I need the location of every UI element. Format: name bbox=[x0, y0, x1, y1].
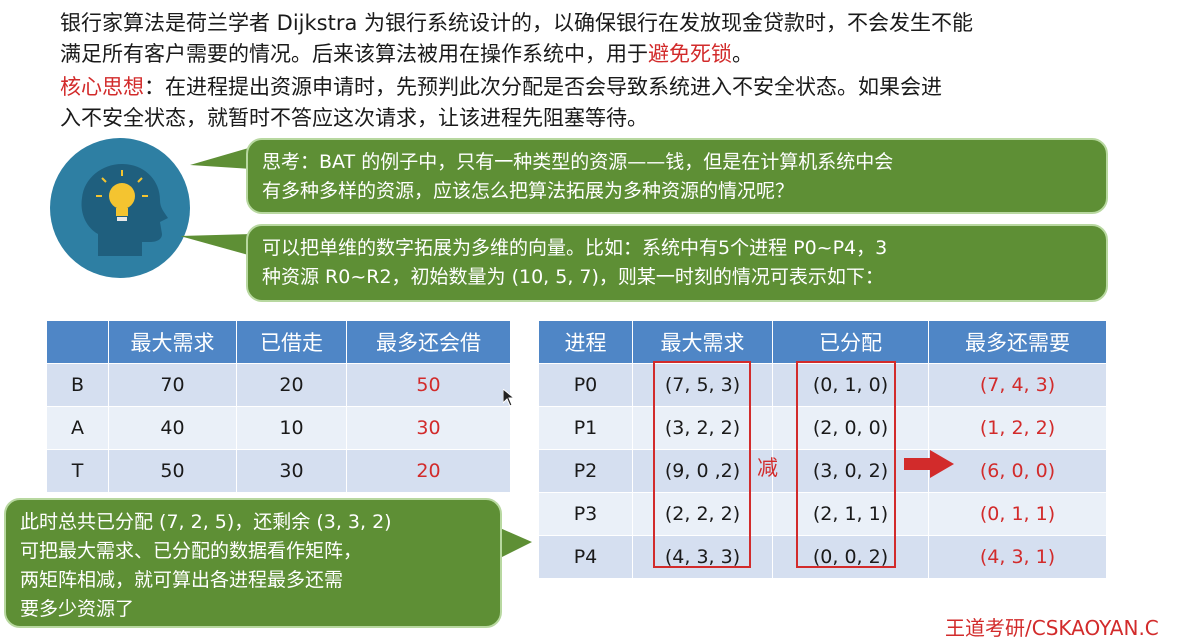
proc-cell-need: (0, 1, 1) bbox=[928, 492, 1107, 536]
bubble-think-line-2: 有多种多样的资源，应该怎么把算法拓展为多种资源的情况呢？ bbox=[262, 180, 795, 202]
table-row: T 50 30 20 bbox=[46, 449, 511, 493]
intro-highlight: 避免死锁 bbox=[648, 42, 732, 66]
bank-table-header: 最大需求 已借走 最多还会借 bbox=[46, 320, 511, 364]
proc-header-process: 进程 bbox=[538, 320, 633, 364]
alloc-matrix-highlight bbox=[796, 361, 896, 568]
proc-cell-need: (7, 4, 3) bbox=[928, 363, 1107, 407]
proc-header-max: 最大需求 bbox=[632, 320, 773, 364]
bank-cell-name: T bbox=[46, 449, 109, 493]
mouse-cursor-icon bbox=[503, 389, 515, 407]
intro-line-1: 银行家算法是荷兰学者 Dijkstra 为银行系统设计的，以确保银行在发放现金贷… bbox=[60, 11, 974, 35]
bubble-note-line-2: 可把最大需求、已分配的数据看作矩阵， bbox=[20, 540, 363, 562]
process-table-header: 进程 最大需求 已分配 最多还需要 bbox=[538, 320, 1107, 364]
bubble-think-line-1: 思考：BAT 的例子中，只有一种类型的资源——钱，但是在计算机系统中会 bbox=[262, 151, 894, 173]
lightbulb-head-icon bbox=[50, 138, 190, 278]
core-idea-line-2: 入不安全状态，就暂时不答应这次请求，让该进程先阻塞等待。 bbox=[60, 106, 648, 130]
bubble-answer-line-1: 可以把单维的数字拓展为多维的向量。比如：系统中有5个进程 P0~P4，3 bbox=[262, 237, 888, 259]
bubble-note-tail bbox=[500, 528, 532, 558]
bank-header-borrowed: 已借走 bbox=[236, 320, 347, 364]
core-idea-paragraph: 核心思想：在进程提出资源申请时，先预判此次分配是否会导致系统进入不安全状态。如果… bbox=[60, 72, 942, 134]
bank-cell-borrowed: 20 bbox=[236, 363, 347, 407]
bank-cell-more: 20 bbox=[346, 449, 511, 493]
table-row: B 70 20 50 bbox=[46, 363, 511, 407]
bank-cell-name: A bbox=[46, 406, 109, 450]
bank-cell-max: 40 bbox=[108, 406, 237, 450]
proc-cell-name: P4 bbox=[538, 535, 633, 579]
intro-line-2-prefix: 满足所有客户需要的情况。后来该算法被用在操作系统中，用于 bbox=[60, 42, 648, 66]
bubble-answer-tail bbox=[180, 234, 252, 256]
proc-cell-name: P0 bbox=[538, 363, 633, 407]
bank-cell-borrowed: 30 bbox=[236, 449, 347, 493]
bank-table: 最大需求 已借走 最多还会借 B 70 20 50 A 40 10 30 T 5… bbox=[46, 320, 511, 493]
bank-header-max: 最大需求 bbox=[108, 320, 237, 364]
bank-header-more: 最多还会借 bbox=[346, 320, 511, 364]
bank-cell-name: B bbox=[46, 363, 109, 407]
proc-cell-need: (6, 0, 0) bbox=[928, 449, 1107, 493]
bubble-answer: 可以把单维的数字拓展为多维的向量。比如：系统中有5个进程 P0~P4，3 种资源… bbox=[246, 224, 1108, 302]
bubble-note-line-4: 要多少资源了 bbox=[20, 598, 135, 620]
core-idea-line-1: ：在进程提出资源申请时，先预判此次分配是否会导致系统进入不安全状态。如果会进 bbox=[144, 75, 942, 99]
footer-watermark: 王道考研/CSKAOYAN.C bbox=[945, 616, 1159, 640]
bank-cell-more: 30 bbox=[346, 406, 511, 450]
bubble-think: 思考：BAT 的例子中，只有一种类型的资源——钱，但是在计算机系统中会 有多种多… bbox=[246, 138, 1108, 214]
proc-cell-name: P2 bbox=[538, 449, 633, 493]
proc-cell-name: P3 bbox=[538, 492, 633, 536]
bubble-answer-line-2: 种资源 R0~R2，初始数量为 (10, 5, 7)，则某一时刻的情况可表示如下… bbox=[262, 266, 884, 288]
bubble-note-line-3: 两矩阵相减，就可算出各进程最多还需 bbox=[20, 569, 344, 591]
bank-cell-borrowed: 10 bbox=[236, 406, 347, 450]
bank-cell-max: 70 bbox=[108, 363, 237, 407]
bubble-note: 此时总共已分配 (7, 2, 5)，还剩余 (3, 3, 2) 可把最大需求、已… bbox=[4, 498, 502, 628]
bubble-note-line-1: 此时总共已分配 (7, 2, 5)，还剩余 (3, 3, 2) bbox=[20, 511, 392, 533]
proc-cell-need: (1, 2, 2) bbox=[928, 406, 1107, 450]
intro-line-2-suffix: 。 bbox=[732, 42, 753, 66]
max-matrix-highlight bbox=[653, 361, 751, 568]
bank-cell-more: 50 bbox=[346, 363, 511, 407]
core-idea-label: 核心思想 bbox=[60, 75, 144, 99]
proc-header-alloc: 已分配 bbox=[772, 320, 929, 364]
minus-label: 减 bbox=[757, 456, 778, 480]
bank-cell-max: 50 bbox=[108, 449, 237, 493]
proc-cell-need: (4, 3, 1) bbox=[928, 535, 1107, 579]
table-row: A 40 10 30 bbox=[46, 406, 511, 450]
proc-header-need: 最多还需要 bbox=[928, 320, 1107, 364]
proc-cell-name: P1 bbox=[538, 406, 633, 450]
bank-header-blank bbox=[46, 320, 109, 364]
intro-paragraph: 银行家算法是荷兰学者 Dijkstra 为银行系统设计的，以确保银行在发放现金贷… bbox=[60, 8, 973, 70]
